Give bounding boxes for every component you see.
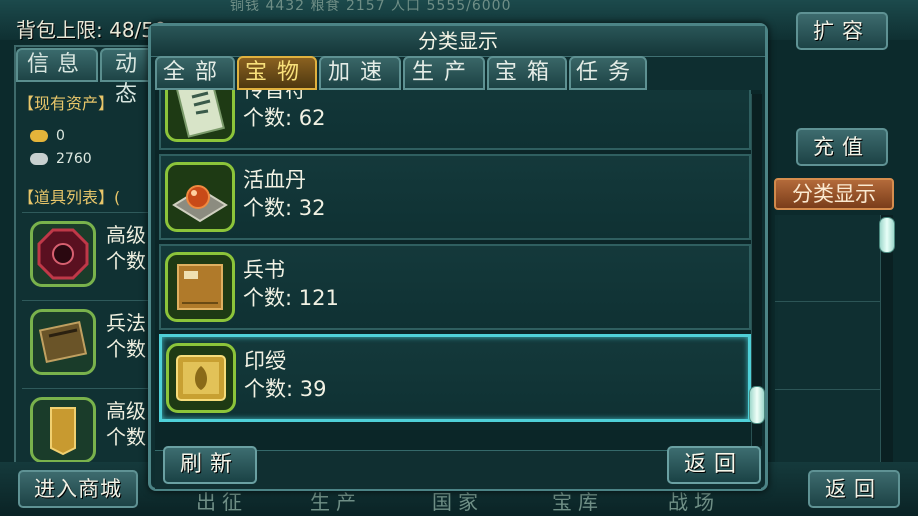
item-count: 个数: 62 bbox=[243, 106, 326, 130]
tab-quest[interactable]: 任务 bbox=[569, 56, 647, 90]
item-name: 高级 bbox=[106, 399, 146, 423]
list-scrollbar[interactable] bbox=[749, 94, 765, 446]
recharge-button[interactable]: 充值 bbox=[796, 128, 888, 166]
dialog-title: 分类显示 bbox=[151, 26, 765, 57]
resource-readout: 铜钱 4432 粮食 2157 人口 5555/6000 bbox=[230, 0, 512, 12]
bag-limit-label: 背包上限: 48/50 bbox=[16, 18, 167, 42]
dialog-return-button[interactable]: 返回 bbox=[667, 446, 761, 484]
gold-value: 0 bbox=[56, 128, 65, 144]
gold-ingot-icon bbox=[30, 130, 48, 142]
item-name: 兵法 bbox=[106, 311, 146, 335]
tag-token-icon bbox=[30, 397, 96, 463]
tab-info[interactable]: 信息 bbox=[16, 48, 98, 82]
category-dialog: 分类显示 全部 宝物 加速 生产 宝箱 任务 传音符 个数: 62 活血丹 个数… bbox=[148, 23, 768, 491]
list-item[interactable]: 高级 个数 bbox=[22, 212, 152, 299]
book-icon bbox=[165, 252, 235, 322]
tab-treasure[interactable]: 宝物 bbox=[237, 56, 317, 90]
assets-header: 【现有资产】 bbox=[18, 94, 115, 113]
list-item[interactable]: 传音符 个数: 62 bbox=[159, 90, 751, 150]
list-item[interactable]: 活血丹 个数: 32 bbox=[159, 154, 751, 240]
scroll-talisman-icon bbox=[165, 90, 235, 142]
item-count: 个数 bbox=[106, 337, 146, 361]
silver-ingot-icon bbox=[30, 153, 48, 165]
list-item[interactable]: 印绶 个数: 39 bbox=[159, 334, 751, 422]
elixir-pill-icon bbox=[165, 162, 235, 232]
item-count: 个数 bbox=[106, 249, 146, 273]
list-item[interactable]: 兵书 个数: 121 bbox=[159, 244, 751, 330]
right-scrollbar[interactable] bbox=[879, 215, 895, 465]
list-item[interactable]: 兵法 个数 bbox=[22, 300, 152, 387]
sort-display-button[interactable]: 分类显示 bbox=[774, 178, 894, 210]
war-book-icon bbox=[30, 309, 96, 375]
item-name: 活血丹 bbox=[243, 168, 306, 192]
tab-speedup[interactable]: 加速 bbox=[319, 56, 401, 90]
scroll-thumb[interactable] bbox=[879, 217, 895, 253]
asset-row-silver: 2760 bbox=[30, 151, 92, 167]
refresh-button[interactable]: 刷新 bbox=[163, 446, 257, 484]
tab-all[interactable]: 全部 bbox=[155, 56, 235, 90]
items-header: 【道具列表】( bbox=[18, 188, 121, 207]
right-list-panel bbox=[775, 215, 885, 465]
asset-row-gold: 0 bbox=[30, 128, 65, 144]
item-name: 印绶 bbox=[244, 349, 286, 373]
enter-shop-button[interactable]: 进入商城 bbox=[18, 470, 138, 508]
item-count: 个数 bbox=[106, 425, 146, 449]
item-name: 兵书 bbox=[243, 258, 285, 282]
item-name: 高级 bbox=[106, 223, 146, 247]
item-count: 个数: 32 bbox=[243, 196, 326, 220]
octagon-charm-icon bbox=[30, 221, 96, 287]
return-button[interactable]: 返回 bbox=[808, 470, 900, 508]
tab-production[interactable]: 生产 bbox=[403, 56, 485, 90]
expand-button[interactable]: 扩容 bbox=[796, 12, 888, 50]
seal-box-icon bbox=[166, 343, 236, 413]
scroll-thumb[interactable] bbox=[749, 386, 765, 424]
item-list[interactable]: 传音符 个数: 62 活血丹 个数: 32 兵书 个数: 121 印绶 个数: … bbox=[155, 90, 761, 450]
item-count: 个数: 121 bbox=[243, 286, 339, 310]
silver-value: 2760 bbox=[56, 151, 92, 167]
item-count: 个数: 39 bbox=[244, 377, 327, 401]
tab-chest[interactable]: 宝箱 bbox=[487, 56, 567, 90]
